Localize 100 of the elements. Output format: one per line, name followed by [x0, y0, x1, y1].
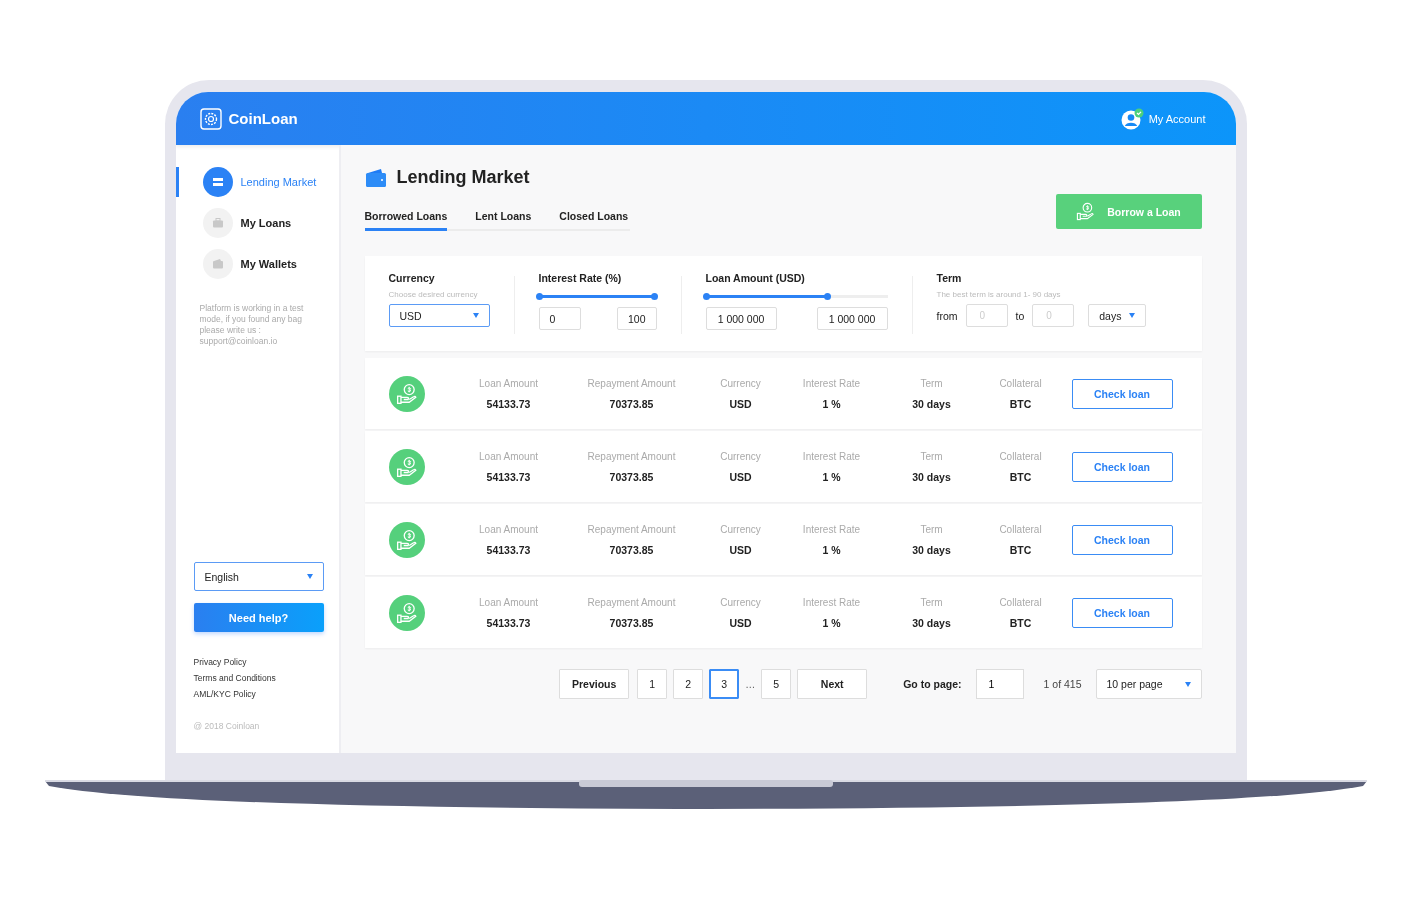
sidebar-item[interactable]: My Wallets [175, 249, 339, 279]
gear-icon [199, 107, 222, 130]
footer-link[interactable]: Privacy Policy [193, 657, 339, 667]
page-button[interactable]: 5 [761, 669, 792, 699]
footer-link[interactable]: Terms and Conditions [193, 673, 339, 683]
check-loan-button[interactable]: Check loan [1071, 451, 1173, 482]
field-label: Loan Amount [479, 523, 538, 535]
field-label: Collateral [999, 377, 1042, 389]
field-label: Loan Amount [479, 596, 538, 608]
page-button[interactable]: 3 [709, 669, 740, 699]
field-label: Repayment Amount [587, 596, 676, 608]
language-select[interactable]: English [193, 562, 324, 591]
field-label: Collateral [999, 450, 1042, 462]
ellipsis: … [745, 678, 756, 690]
field-value: 70373.85 [609, 543, 654, 556]
sidebar-item[interactable]: My Loans [175, 208, 339, 238]
field-label: Term [920, 523, 943, 535]
field-label: to [1015, 309, 1025, 322]
list-icon [211, 176, 224, 188]
field-value: USD [729, 470, 752, 483]
field-value: 54133.73 [486, 616, 531, 629]
field-label: Loan Amount [479, 377, 538, 389]
slider-thumb[interactable] [824, 293, 832, 300]
range-slider[interactable] [705, 293, 888, 300]
field-label: Term [920, 450, 943, 462]
min-field[interactable]: 0 [538, 307, 581, 330]
field-label: Interest Rate [802, 450, 861, 462]
field-label: Interest Rate [802, 596, 861, 608]
field-value: BTC [1009, 470, 1032, 483]
user-icon[interactable] [1120, 107, 1145, 130]
max-field[interactable]: 100 [616, 307, 657, 330]
field-label: Interest Rate [802, 523, 861, 535]
filter-label: Term [936, 272, 963, 284]
previous-button[interactable]: Previous [559, 669, 630, 699]
test-mode-note: Platform is working in a test mode, if you found any bag please write us : support@coinloan.io [199, 303, 305, 347]
field-label: Currency [720, 523, 761, 535]
field-label: Collateral [999, 596, 1042, 608]
next-button[interactable]: Next [797, 669, 868, 699]
field-value: 1 % [822, 543, 841, 556]
field-value: 30 days [912, 543, 951, 556]
filter-label: Loan Amount (USD) [705, 272, 806, 284]
page-field[interactable]: 1 [975, 669, 1024, 699]
field-value: 30 days [912, 616, 951, 629]
field-label: Currency [720, 450, 761, 462]
page-button[interactable]: 2 [673, 669, 704, 699]
field-value: BTC [1009, 543, 1032, 556]
app-logo[interactable]: CoinLoan [228, 110, 298, 127]
field-value: 70373.85 [609, 397, 654, 410]
tab[interactable]: Borrowed Loans [364, 210, 448, 231]
filter-label: Interest Rate (%) [538, 272, 623, 284]
hand-coin-icon [388, 521, 425, 558]
per-page-select[interactable]: 10 per page [1095, 669, 1202, 699]
field-label: Loan Amount [479, 450, 538, 462]
caret-icon [1184, 681, 1191, 687]
field-value: 54133.73 [486, 397, 531, 410]
caret-icon [1129, 313, 1136, 318]
hand-coin-icon [388, 375, 425, 412]
field-value: BTC [1009, 397, 1032, 410]
field-value: USD [729, 397, 752, 410]
check-loan-button[interactable]: Check loan [1071, 597, 1173, 628]
field-label: Interest Rate [802, 377, 861, 389]
field-label: Currency [720, 596, 761, 608]
wallet-icon [364, 167, 387, 188]
field-label: Repayment Amount [587, 523, 676, 535]
check-loan-button[interactable]: Check loan [1071, 524, 1173, 555]
unit-select[interactable]: days [1088, 304, 1147, 327]
page-button[interactable]: 1 [637, 669, 668, 699]
caret-icon [472, 313, 479, 318]
slider-thumb[interactable] [650, 293, 658, 300]
check-loan-button[interactable]: Check loan [1071, 378, 1173, 409]
page-title: Lending Market [396, 167, 530, 188]
field-label: Term [920, 596, 943, 608]
slider-thumb[interactable] [535, 293, 543, 300]
caret-icon [306, 574, 313, 579]
field-label: Term [920, 377, 943, 389]
footer-link[interactable]: AML/KYC Policy [193, 689, 339, 699]
wallet-icon [211, 258, 224, 270]
field-value: 1 % [822, 470, 841, 483]
tab[interactable]: Lent Loans [475, 210, 532, 231]
briefcase-icon [211, 217, 224, 229]
go-to-page-label: Go to page: [903, 678, 962, 690]
field-value: 30 days [912, 470, 951, 483]
max-field[interactable]: 1 000 000 [816, 307, 888, 330]
field-value: BTC [1009, 616, 1032, 629]
hand-coin-icon [388, 594, 425, 631]
field-value: 70373.85 [609, 616, 654, 629]
tab[interactable]: Closed Loans [559, 210, 629, 231]
field-value: 30 days [912, 397, 951, 410]
sidebar-item[interactable]: Lending Market [175, 167, 339, 197]
min-field[interactable]: 1 000 000 [705, 307, 777, 330]
hand-coin-icon [1076, 202, 1096, 221]
field-value: 54133.73 [486, 543, 531, 556]
hand-coin-icon [388, 448, 425, 485]
currency-select[interactable]: USD [388, 304, 490, 327]
field-value: 70373.85 [609, 470, 654, 483]
field-label: Collateral [999, 523, 1042, 535]
field-value: 54133.73 [486, 470, 531, 483]
slider-thumb[interactable] [702, 293, 710, 300]
field-value: USD [729, 543, 752, 556]
field-value: 1 % [822, 397, 841, 410]
